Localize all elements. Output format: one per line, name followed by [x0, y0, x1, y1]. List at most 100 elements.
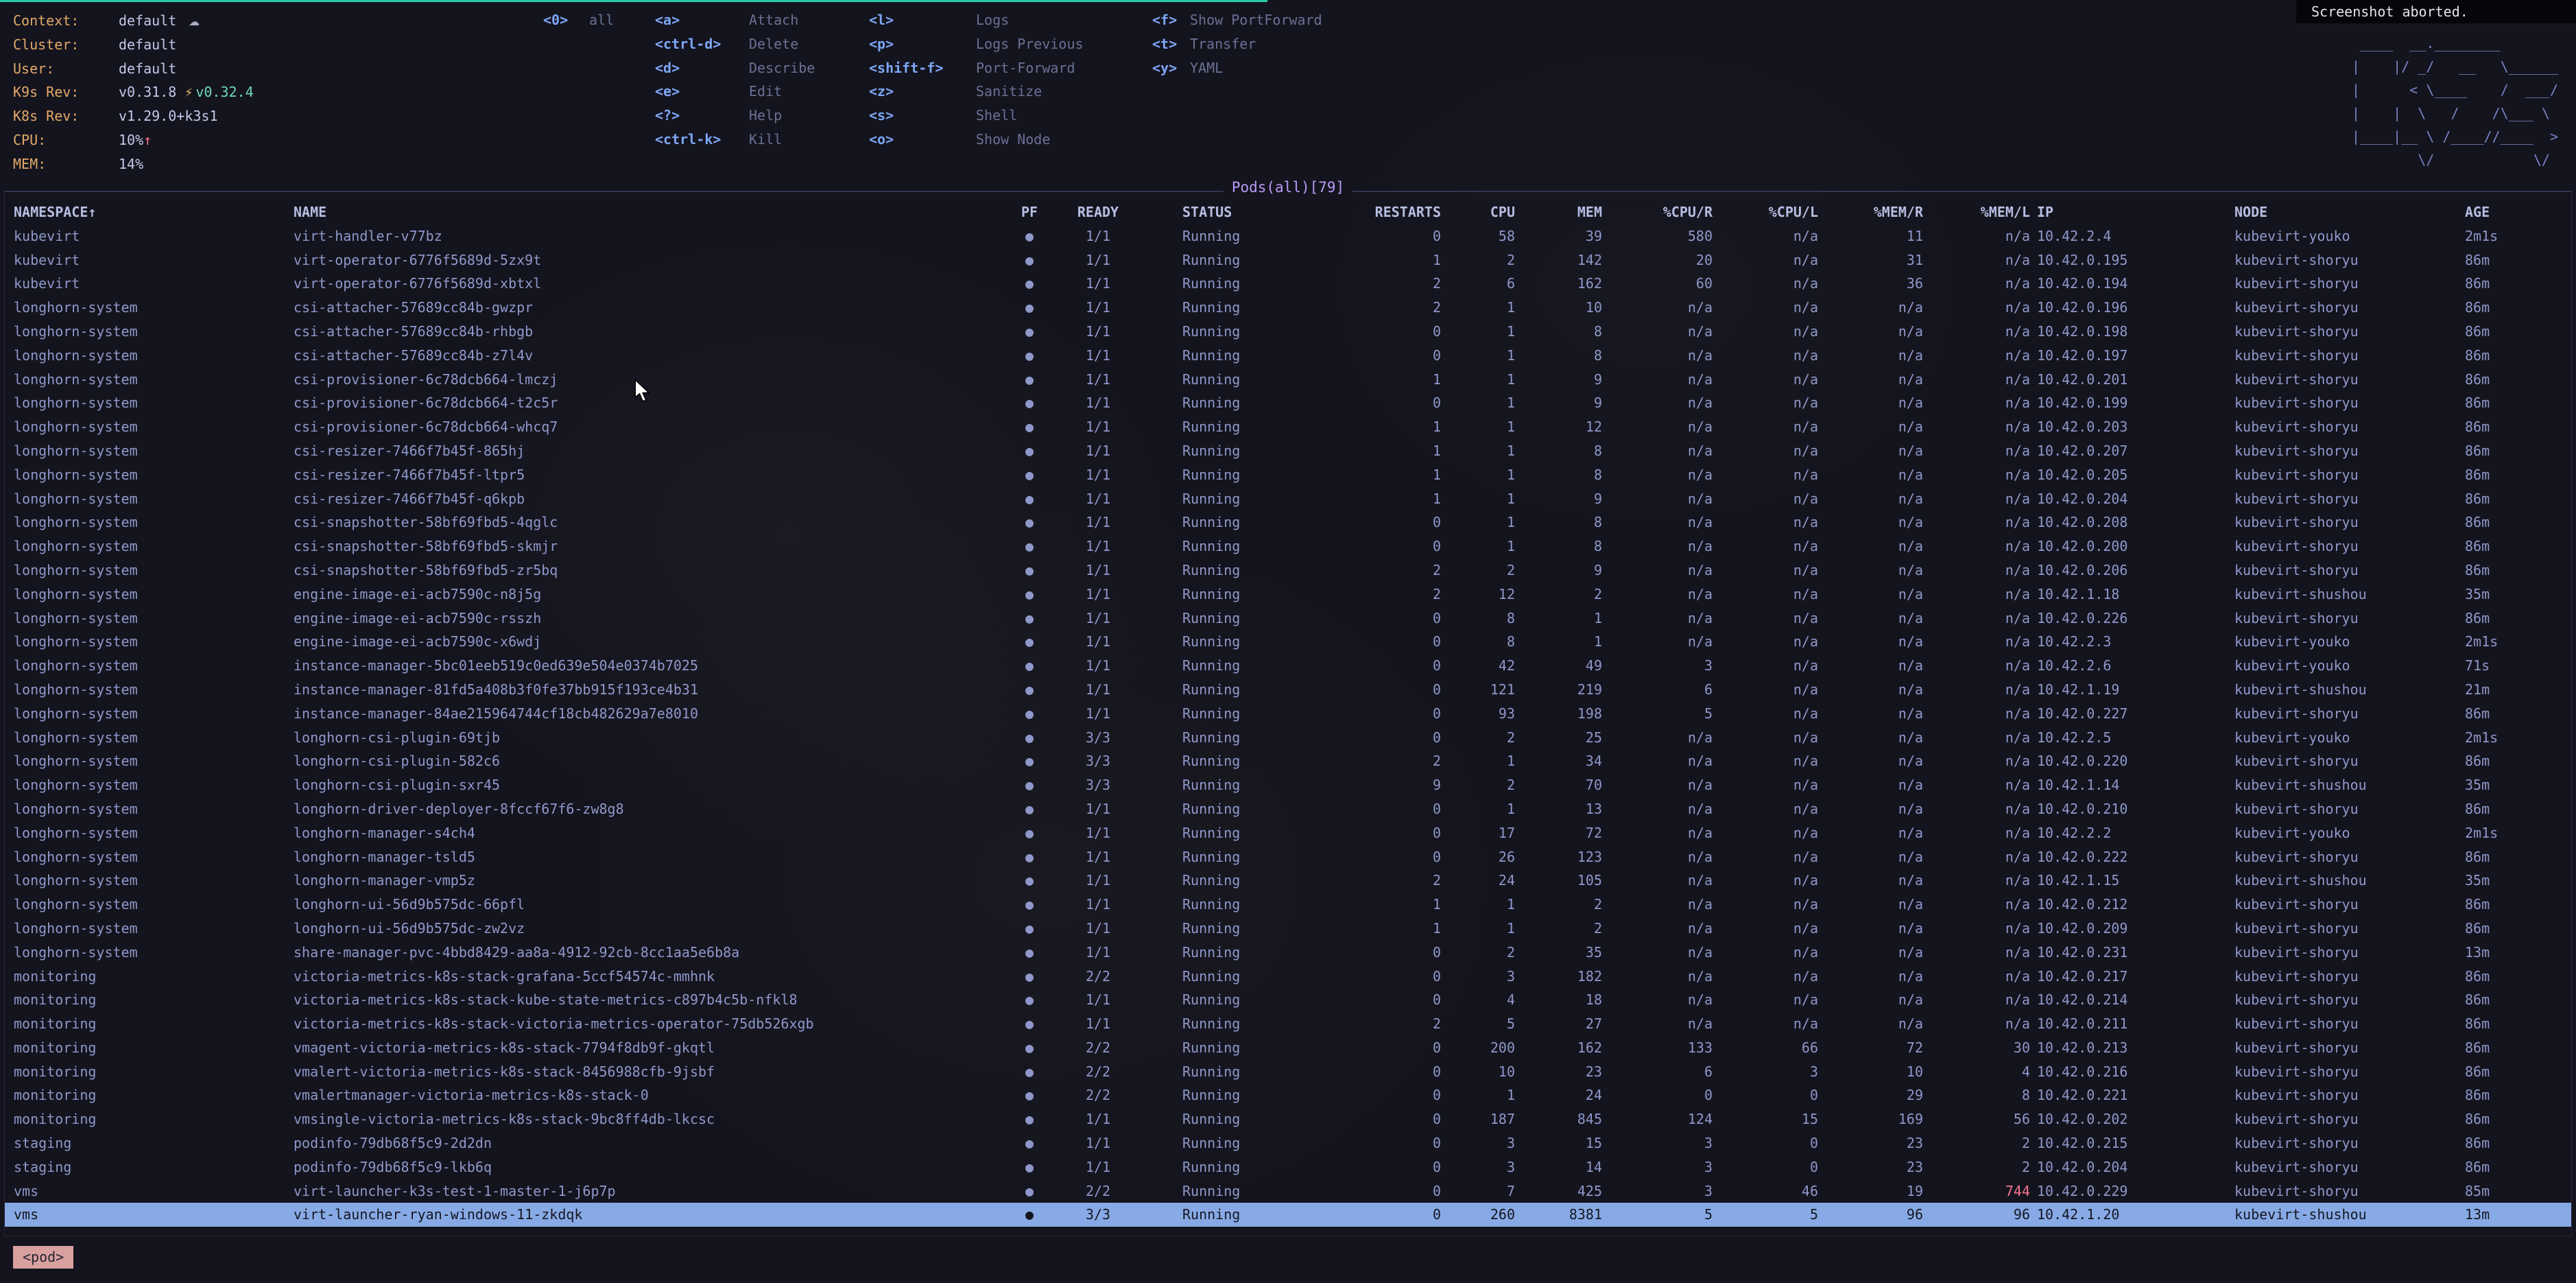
cell-cpu_r: n/a — [1602, 487, 1713, 511]
pod-row[interactable]: longhorn-systemcsi-provisioner-6c78dcb66… — [5, 415, 2571, 439]
cell-mem_l: n/a — [1923, 582, 2030, 607]
pod-row[interactable]: longhorn-systemcsi-snapshotter-58bf69fbd… — [5, 534, 2571, 558]
pod-row[interactable]: longhorn-systeminstance-manager-5bc01eeb… — [5, 654, 2571, 678]
pod-row[interactable]: longhorn-systemlonghorn-ui-56d9b575dc-zw… — [5, 917, 2571, 941]
cluster-info-line: User:default — [13, 57, 254, 81]
cell-cpu_l: n/a — [1713, 607, 1818, 631]
pod-row[interactable]: longhorn-systemcsi-snapshotter-58bf69fbd… — [5, 510, 2571, 534]
pod-row[interactable]: longhorn-systemcsi-provisioner-6c78dcb66… — [5, 391, 2571, 415]
pod-row[interactable]: longhorn-systeminstance-manager-81fd5a40… — [5, 678, 2571, 702]
pod-row[interactable]: stagingpodinfo-79db68f5c9-2d2dn●1/1Runni… — [5, 1131, 2571, 1155]
cell-name: vmalertmanager-victoria-metrics-k8s-stac… — [294, 1083, 1010, 1107]
pod-row[interactable]: longhorn-systemcsi-resizer-7466f7b45f-q6… — [5, 487, 2571, 511]
cell-mem_l: n/a — [1923, 988, 2030, 1012]
pod-row[interactable]: longhorn-systemlonghorn-driver-deployer-… — [5, 797, 2571, 821]
cell-ready: 1/1 — [1049, 702, 1147, 726]
shortcut-item: <f>Show PortForward — [1152, 8, 1322, 32]
info-value: 14% — [119, 156, 143, 172]
cell-mem: 13 — [1515, 797, 1602, 821]
pod-row[interactable]: kubevirtvirt-operator-6776f5689d-5zx9t●1… — [5, 248, 2571, 272]
cell-mem_r: n/a — [1818, 344, 1923, 368]
cell-ip: 10.42.0.198 — [2030, 320, 2234, 344]
pod-row[interactable]: monitoringvmalert-victoria-metrics-k8s-s… — [5, 1060, 2571, 1084]
cell-cpu_r: n/a — [1602, 558, 1713, 582]
pod-row[interactable]: longhorn-systemengine-image-ei-acb7590c-… — [5, 607, 2571, 631]
header-cell-memr: %MEM/R — [1818, 200, 1923, 224]
pod-row[interactable]: longhorn-systemengine-image-ei-acb7590c-… — [5, 630, 2571, 654]
cell-cpu_l: n/a — [1713, 415, 1818, 439]
cell-name: csi-snapshotter-58bf69fbd5-zr5bq — [294, 558, 1010, 582]
cell-ip: 10.42.0.205 — [2030, 463, 2234, 487]
pod-row[interactable]: longhorn-systemcsi-resizer-7466f7b45f-86… — [5, 439, 2571, 463]
pod-row[interactable]: stagingpodinfo-79db68f5c9-lkb6q●1/1Runni… — [5, 1155, 2571, 1179]
cloud-icon: ☁ — [189, 10, 200, 30]
pod-row[interactable]: longhorn-systemcsi-attacher-57689cc84b-g… — [5, 296, 2571, 320]
pod-row[interactable]: longhorn-systemshare-manager-pvc-4bbd842… — [5, 941, 2571, 965]
cell-name: longhorn-manager-s4ch4 — [294, 821, 1010, 845]
cell-restarts: 2 — [1339, 296, 1441, 320]
pod-row[interactable]: longhorn-systemlonghorn-csi-plugin-69tjb… — [5, 726, 2571, 750]
pf-indicator: ● — [1010, 463, 1049, 487]
cell-namespace: longhorn-system — [14, 510, 294, 534]
pod-row[interactable]: longhorn-systemlonghorn-csi-plugin-sxr45… — [5, 773, 2571, 797]
pod-row[interactable]: monitoringvmagent-victoria-metrics-k8s-s… — [5, 1036, 2571, 1060]
pod-row[interactable]: monitoringvictoria-metrics-k8s-stack-kub… — [5, 988, 2571, 1012]
pod-row[interactable]: longhorn-systemcsi-attacher-57689cc84b-z… — [5, 344, 2571, 368]
cell-ready: 1/1 — [1049, 654, 1147, 678]
cluster-info: Context:default☁Cluster:defaultUser:defa… — [13, 8, 254, 176]
cell-status: Running — [1147, 391, 1339, 415]
cell-mem_l: n/a — [1923, 678, 2030, 702]
pod-row[interactable]: monitoringvmalertmanager-victoria-metric… — [5, 1083, 2571, 1107]
pod-row[interactable]: kubevirtvirt-handler-v77bz●1/1Running058… — [5, 224, 2571, 248]
pod-row[interactable]: longhorn-systemcsi-provisioner-6c78dcb66… — [5, 368, 2571, 392]
cell-ready: 1/1 — [1049, 1107, 1147, 1131]
info-label: K8s Rev: — [13, 104, 119, 128]
cell-cpu: 4 — [1441, 988, 1515, 1012]
cell-ip: 10.42.0.217 — [2030, 965, 2234, 989]
cell-ready: 2/2 — [1049, 1179, 1147, 1203]
shortcut-key: <d> — [655, 56, 749, 80]
cell-ready: 1/1 — [1049, 797, 1147, 821]
pf-indicator: ● — [1010, 988, 1049, 1012]
cell-cpu_l: n/a — [1713, 821, 1818, 845]
pod-row[interactable]: longhorn-systemlonghorn-manager-vmp5z●1/… — [5, 869, 2571, 893]
breadcrumb-pod[interactable]: <pod> — [13, 1246, 73, 1269]
pod-row[interactable]: vmsvirt-launcher-k3s-test-1-master-1-j6p… — [5, 1179, 2571, 1203]
pod-row[interactable]: vmsvirt-launcher-ryan-windows-11-zkdqk●3… — [5, 1203, 2571, 1227]
cell-mem: 2 — [1515, 893, 1602, 917]
pod-row[interactable]: kubevirtvirt-operator-6776f5689d-xbtxl●1… — [5, 272, 2571, 296]
pf-indicator: ● — [1010, 1179, 1049, 1203]
cell-restarts: 0 — [1339, 1107, 1441, 1131]
pod-row[interactable]: monitoringvictoria-metrics-k8s-stack-gra… — [5, 965, 2571, 989]
cell-mem_r: n/a — [1818, 415, 1923, 439]
cell-ip: 10.42.0.214 — [2030, 988, 2234, 1012]
cell-name: victoria-metrics-k8s-stack-grafana-5ccf5… — [294, 965, 1010, 989]
shortcut-label: Transfer — [1190, 36, 1256, 52]
cell-status: Running — [1147, 749, 1339, 773]
cell-ip: 10.42.0.208 — [2030, 510, 2234, 534]
pod-row[interactable]: longhorn-systeminstance-manager-84ae2159… — [5, 702, 2571, 726]
cell-cpu_r: 60 — [1602, 272, 1713, 296]
cell-ready: 1/1 — [1049, 391, 1147, 415]
pod-row[interactable]: longhorn-systemcsi-resizer-7466f7b45f-lt… — [5, 463, 2571, 487]
pod-row[interactable]: monitoringvmsingle-victoria-metrics-k8s-… — [5, 1107, 2571, 1131]
cell-age: 86m — [2465, 1083, 2571, 1107]
pod-row[interactable]: longhorn-systemcsi-snapshotter-58bf69fbd… — [5, 558, 2571, 582]
cell-namespace: longhorn-system — [14, 296, 294, 320]
pod-row[interactable]: longhorn-systemlonghorn-ui-56d9b575dc-66… — [5, 893, 2571, 917]
pod-row[interactable]: longhorn-systemlonghorn-manager-s4ch4●1/… — [5, 821, 2571, 845]
cell-ip: 10.42.0.207 — [2030, 439, 2234, 463]
cell-ready: 3/3 — [1049, 773, 1147, 797]
cell-status: Running — [1147, 534, 1339, 558]
info-label: MEM: — [13, 152, 119, 176]
pod-row[interactable]: monitoringvictoria-metrics-k8s-stack-vic… — [5, 1012, 2571, 1036]
cluster-info-line: MEM:14% — [13, 152, 254, 176]
cell-ready: 1/1 — [1049, 1012, 1147, 1036]
shortcut-label: Shell — [976, 107, 1017, 123]
pod-row[interactable]: longhorn-systemlonghorn-manager-tsld5●1/… — [5, 845, 2571, 869]
pod-row[interactable]: longhorn-systemlonghorn-csi-plugin-582c6… — [5, 749, 2571, 773]
cell-name: engine-image-ei-acb7590c-x6wdj — [294, 630, 1010, 654]
pod-row[interactable]: longhorn-systemengine-image-ei-acb7590c-… — [5, 582, 2571, 607]
cell-name: longhorn-ui-56d9b575dc-zw2vz — [294, 917, 1010, 941]
pod-row[interactable]: longhorn-systemcsi-attacher-57689cc84b-r… — [5, 320, 2571, 344]
